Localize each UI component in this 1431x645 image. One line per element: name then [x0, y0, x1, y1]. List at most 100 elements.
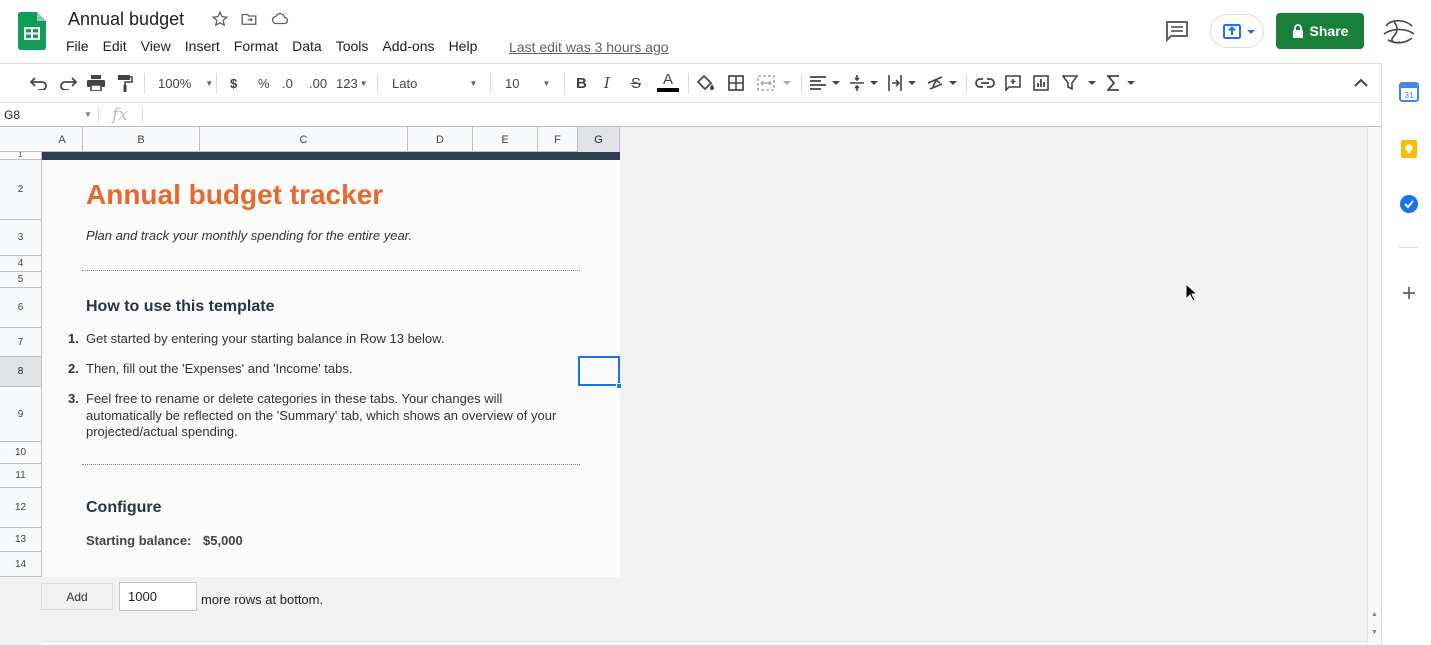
row-header[interactable]: 1: [0, 152, 41, 160]
side-panel: 31: [1381, 63, 1431, 645]
cloud-status-icon[interactable]: [270, 10, 290, 30]
menu-help[interactable]: Help: [449, 38, 485, 54]
step-number: 2.: [68, 361, 79, 376]
borders-icon[interactable]: [728, 74, 744, 92]
text-rotation-icon[interactable]: [927, 74, 959, 92]
menu-insert[interactable]: Insert: [185, 38, 227, 54]
more-formats-label: 123: [336, 75, 358, 91]
merge-cells-icon[interactable]: [757, 74, 793, 92]
row-header[interactable]: 2: [0, 160, 41, 220]
column-header-a[interactable]: A: [42, 127, 83, 152]
starting-balance-value[interactable]: $5,000: [203, 533, 243, 548]
row-header[interactable]: 8: [0, 357, 41, 387]
step-text[interactable]: Get started by entering your starting ba…: [86, 331, 576, 348]
redo-icon[interactable]: [59, 74, 77, 92]
move-folder-icon[interactable]: [240, 10, 260, 30]
insert-link-icon[interactable]: [975, 74, 995, 92]
menu-view[interactable]: View: [141, 38, 178, 54]
star-icon[interactable]: [211, 10, 231, 30]
insert-chart-icon[interactable]: [1033, 74, 1049, 92]
column-header-e[interactable]: E: [473, 127, 538, 152]
starting-balance-label[interactable]: Starting balance:: [86, 533, 191, 548]
menu-format[interactable]: Format: [234, 38, 285, 54]
font-size-select[interactable]: 10 ▼: [505, 74, 550, 92]
row-header[interactable]: 3: [0, 220, 41, 256]
row-header[interactable]: 5: [0, 272, 41, 288]
percent-format-button[interactable]: %: [258, 74, 270, 92]
insert-comment-icon[interactable]: [1005, 74, 1021, 92]
fill-color-icon[interactable]: [697, 74, 715, 92]
print-icon[interactable]: [87, 74, 105, 92]
name-box-dropdown-icon[interactable]: ▼: [84, 110, 92, 119]
fill-handle[interactable]: [616, 383, 622, 389]
how-to-heading[interactable]: How to use this template: [86, 298, 274, 316]
calendar-icon[interactable]: 31: [1399, 82, 1419, 102]
rows-count-input[interactable]: [119, 582, 197, 611]
tasks-icon[interactable]: [1399, 194, 1419, 214]
menu-file[interactable]: File: [66, 38, 96, 54]
text-wrapping-icon[interactable]: [888, 74, 918, 92]
column-header-c[interactable]: C: [200, 127, 408, 152]
formula-input[interactable]: [146, 104, 1376, 126]
row-header[interactable]: 7: [0, 328, 41, 357]
increase-decimal-button[interactable]: .00: [309, 74, 327, 92]
column-header-f[interactable]: F: [538, 127, 578, 152]
row-header[interactable]: 4: [0, 256, 41, 272]
row-header[interactable]: 9: [0, 387, 41, 442]
horizontal-align-icon[interactable]: [810, 74, 842, 92]
vertical-align-icon[interactable]: [850, 74, 880, 92]
collapse-toolbar-icon[interactable]: [1354, 74, 1368, 92]
side-panel-divider: [1399, 247, 1419, 248]
scroll-down-icon[interactable]: ▼: [1371, 629, 1378, 636]
column-header-d[interactable]: D: [408, 127, 473, 152]
menu-data[interactable]: Data: [292, 38, 329, 54]
name-box[interactable]: G8: [4, 108, 20, 122]
menu-tools[interactable]: Tools: [336, 38, 376, 54]
filter-icon[interactable]: [1062, 74, 1098, 92]
vertical-scrollbar[interactable]: ▲ ▼: [1367, 127, 1381, 645]
account-avatar[interactable]: [1382, 16, 1416, 46]
font-family-select[interactable]: Lato ▼: [392, 74, 477, 92]
scroll-up-icon[interactable]: ▲: [1371, 611, 1378, 618]
row-header[interactable]: 6: [0, 288, 41, 328]
functions-icon[interactable]: [1107, 74, 1137, 92]
step-text[interactable]: Feel free to rename or delete categories…: [86, 391, 576, 441]
sheet-title[interactable]: Annual budget tracker: [86, 179, 383, 211]
column-header-b[interactable]: B: [83, 127, 200, 152]
zoom-select[interactable]: 100% ▼: [158, 74, 213, 92]
menu-add-ons[interactable]: Add-ons: [382, 38, 441, 54]
row-header[interactable]: 14: [0, 552, 41, 577]
decrease-decimal-button[interactable]: .0: [282, 74, 293, 92]
row-header[interactable]: 12: [0, 488, 41, 528]
present-button[interactable]: [1210, 14, 1264, 48]
font-size-value: 10: [505, 75, 520, 91]
row-header[interactable]: 13: [0, 528, 41, 552]
comments-icon[interactable]: [1165, 20, 1189, 43]
add-rows-suffix: more rows at bottom.: [201, 592, 324, 607]
document-title[interactable]: Annual budget: [68, 9, 184, 30]
mouse-cursor-icon: [1185, 282, 1199, 303]
add-rows-button[interactable]: Add: [41, 583, 113, 610]
step-text[interactable]: Then, fill out the 'Expenses' and 'Incom…: [86, 361, 576, 378]
configure-heading[interactable]: Configure: [86, 499, 162, 517]
paint-format-icon[interactable]: [117, 74, 133, 92]
italic-button[interactable]: I: [604, 74, 610, 92]
currency-format-button[interactable]: $: [230, 74, 237, 92]
strikethrough-button[interactable]: S: [631, 74, 641, 92]
row-header[interactable]: 10: [0, 442, 41, 464]
bold-button[interactable]: B: [576, 74, 587, 92]
keep-icon[interactable]: [1399, 139, 1419, 159]
sheet-subtitle[interactable]: Plan and track your monthly spending for…: [86, 228, 412, 243]
share-button[interactable]: Share: [1276, 13, 1364, 49]
column-header-g[interactable]: G: [578, 127, 620, 152]
last-edit-link[interactable]: Last edit was 3 hours ago: [509, 39, 669, 55]
menu-edit[interactable]: Edit: [103, 38, 134, 54]
font-family-value: Lato: [392, 75, 418, 91]
selected-cell-g8[interactable]: [578, 356, 620, 386]
row-header[interactable]: 11: [0, 464, 41, 488]
undo-icon[interactable]: [30, 74, 48, 92]
add-addon-icon[interactable]: [1399, 283, 1419, 303]
more-formats-select[interactable]: 123 ▼: [336, 74, 368, 92]
text-color-button[interactable]: A: [657, 72, 679, 94]
sheets-logo-icon[interactable]: [18, 12, 46, 50]
